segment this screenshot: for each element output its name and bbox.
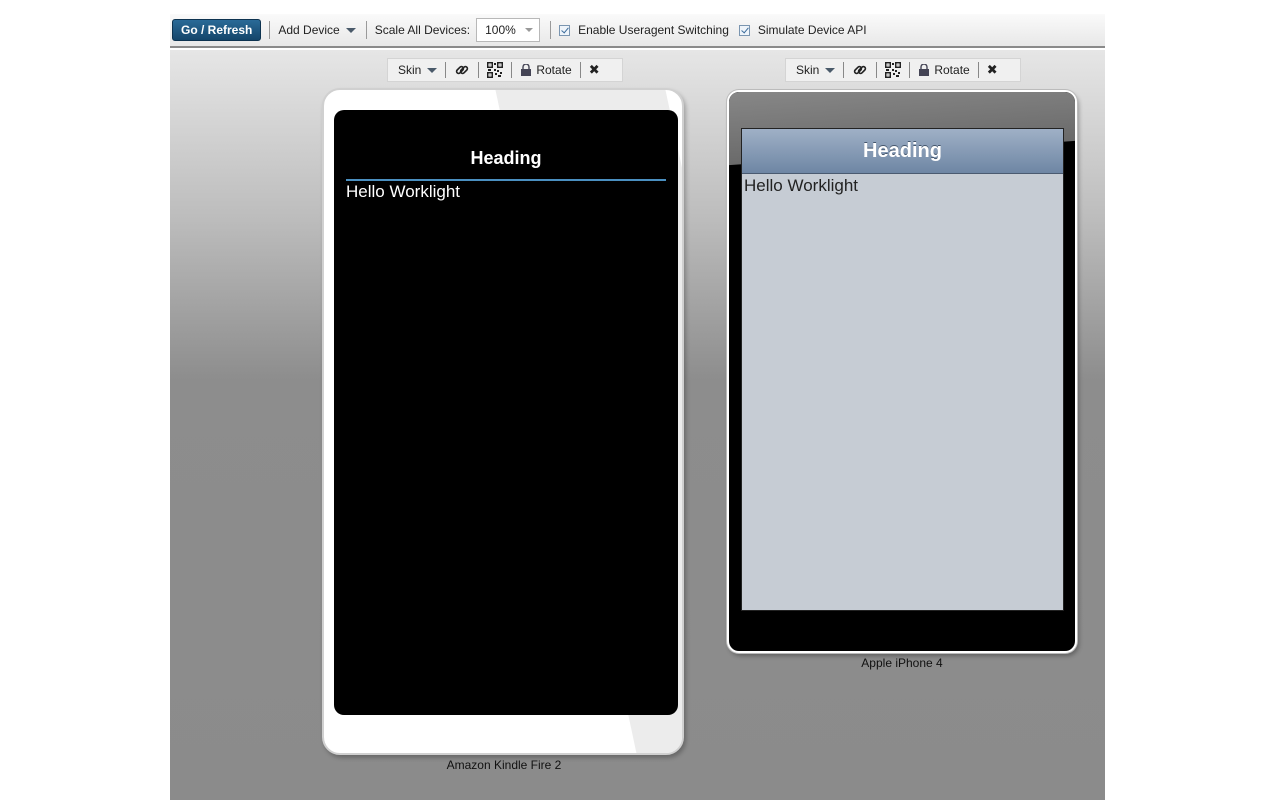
- useragent-label: Enable Useragent Switching: [578, 23, 729, 37]
- device-api-label: Simulate Device API: [757, 23, 867, 37]
- toolbar-separator: [579, 62, 581, 78]
- app-content-text: Hello Worklight: [346, 182, 461, 201]
- link-icon[interactable]: [454, 62, 470, 78]
- scale-label: Scale All Devices:: [374, 23, 471, 37]
- skin-label: Skin: [398, 63, 422, 77]
- link-icon[interactable]: [852, 62, 868, 78]
- device-name-label: Apple iPhone 4: [861, 656, 943, 670]
- skin-label: Skin: [796, 63, 820, 77]
- kindle-rotate-button[interactable]: Rotate: [520, 63, 572, 77]
- toolbar-separator: [843, 62, 845, 78]
- go-refresh-button[interactable]: Go / Refresh: [172, 19, 262, 41]
- qr-code-icon[interactable]: [885, 62, 902, 78]
- app-content-text: Hello Worklight: [744, 176, 859, 195]
- qr-code-icon[interactable]: [487, 62, 504, 78]
- toolbar-separator: [365, 21, 367, 39]
- useragent-checkbox[interactable]: [559, 24, 571, 36]
- device-api-checkbox[interactable]: [738, 24, 750, 36]
- toolbar-separator: [876, 62, 878, 78]
- scale-select[interactable]: 100%: [476, 18, 541, 42]
- toolbar-separator: [550, 21, 552, 39]
- rotate-label: Rotate: [934, 63, 970, 77]
- close-icon[interactable]: ✖: [589, 62, 600, 78]
- chevron-down-icon: [525, 28, 534, 32]
- toolbar-separator: [511, 62, 513, 78]
- toolbar-separator: [909, 62, 911, 78]
- toolbar-separator: [977, 62, 979, 78]
- iphone-skin-dropdown[interactable]: Skin: [796, 63, 836, 77]
- chevron-down-icon: [345, 27, 356, 33]
- chevron-down-icon: [427, 67, 438, 73]
- device-workspace: Skin Rotate ✖ Heading Hello Worklight Am…: [170, 50, 1105, 800]
- rotate-label: Rotate: [536, 63, 572, 77]
- useragent-option: Enable Useragent Switching: [559, 23, 729, 37]
- kindle-fire-device-frame: Heading Hello Worklight: [322, 88, 684, 755]
- close-icon[interactable]: ✖: [987, 62, 998, 78]
- add-device-dropdown[interactable]: Add Device: [278, 23, 356, 37]
- lock-icon: [520, 63, 532, 76]
- iphone-rotate-button[interactable]: Rotate: [918, 63, 970, 77]
- add-device-label: Add Device: [278, 23, 340, 37]
- scale-value: 100%: [485, 23, 516, 37]
- iphone-device-toolbar: Skin Rotate ✖: [785, 58, 1021, 82]
- kindle-skin-dropdown[interactable]: Skin: [398, 63, 438, 77]
- device-api-option: Simulate Device API: [738, 23, 867, 37]
- kindle-device-toolbar: Skin Rotate ✖: [387, 58, 623, 82]
- kindle-app-screen: Heading Hello Worklight: [334, 110, 678, 715]
- lock-icon: [918, 63, 930, 76]
- toolbar-separator: [269, 21, 271, 39]
- toolbar-separator: [478, 62, 480, 78]
- main-toolbar: Go / Refresh Add Device Scale All Device…: [170, 14, 1105, 48]
- toolbar-separator: [445, 62, 447, 78]
- app-heading: Heading: [346, 148, 666, 181]
- iphone-app-screen: Heading Hello Worklight: [741, 128, 1064, 611]
- app-heading: Heading: [742, 129, 1063, 174]
- scale-control: Scale All Devices: 100%: [374, 18, 541, 42]
- device-name-label: Amazon Kindle Fire 2: [446, 758, 562, 772]
- iphone-device-frame: Heading Hello Worklight: [727, 90, 1077, 653]
- chevron-down-icon: [825, 67, 836, 73]
